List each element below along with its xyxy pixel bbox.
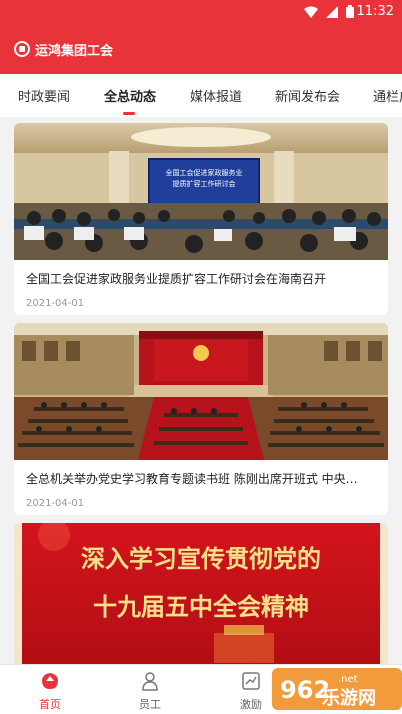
nav-staff-label: 员工: [139, 698, 161, 711]
tab-union-news[interactable]: 全总动态: [104, 86, 156, 105]
union-logo-icon: [14, 41, 30, 57]
nav-home[interactable]: 首页: [20, 665, 80, 714]
news-date: 2021-04-01: [26, 298, 85, 309]
banner-line-1: 深入学习宣传贯彻党的: [81, 544, 321, 573]
status-time: 11:32: [356, 4, 394, 19]
news-card[interactable]: 深入学习宣传贯彻党的 十九届五中全会精神: [14, 523, 388, 664]
banner-line-2: 十九届五中全会精神: [93, 592, 309, 621]
news-list: 全国工会促进家政服务业 提质扩容工作研讨会 全国工会促进家政服务业提质扩容工作研…: [0, 117, 402, 664]
news-banner-image: 深入学习宣传贯彻党的 十九届五中全会精神: [14, 523, 388, 664]
news-title: 全国工会促进家政服务业提质扩容工作研讨会在海南召开: [26, 272, 327, 286]
news-card[interactable]: 全国工会促进家政服务业 提质扩容工作研讨会 全国工会促进家政服务业提质扩容工作研…: [14, 123, 388, 315]
tab-politics[interactable]: 时政要闻: [18, 86, 70, 105]
tab-media[interactable]: 媒体报道: [190, 86, 242, 105]
battery-icon: [346, 5, 354, 18]
app-bar: 运鸿集团工会: [0, 24, 402, 74]
news-title: 全总机关举办党史学习教育专题读书班 陈刚出席开班式 中央…: [26, 472, 358, 486]
watermark-text: 乐游网: [322, 688, 376, 709]
wifi-icon: [304, 6, 318, 18]
site-watermark: 962 .net 乐游网: [272, 664, 402, 714]
banner-line-2: 提质扩容工作研讨会: [173, 179, 236, 188]
chart-icon: [242, 672, 260, 690]
active-tab-indicator: [123, 112, 135, 115]
tab-press-conference[interactable]: 新闻发布会: [275, 86, 340, 105]
news-photo: 全国工会促进家政服务业 提质扩容工作研讨会: [14, 123, 388, 260]
nav-home-label: 首页: [39, 698, 61, 711]
news-date: 2021-04-01: [26, 498, 85, 509]
home-icon: [42, 673, 58, 689]
banner-line-1: 全国工会促进家政服务业: [166, 168, 243, 177]
signal-icon: [326, 5, 338, 18]
news-card[interactable]: 全总机关举办党史学习教育专题读书班 陈刚出席开班式 中央… 2021-04-01: [14, 323, 388, 515]
app-title: 运鸿集团工会: [35, 43, 114, 59]
tab-banner[interactable]: 通栏广: [373, 86, 402, 105]
category-tabs: 时政要闻 全总动态 媒体报道 新闻发布会 通栏广: [0, 74, 402, 117]
status-bar: 11:32: [0, 0, 402, 24]
nav-staff[interactable]: 员工: [120, 665, 180, 714]
news-photo: [14, 323, 388, 460]
person-icon: [142, 672, 158, 691]
